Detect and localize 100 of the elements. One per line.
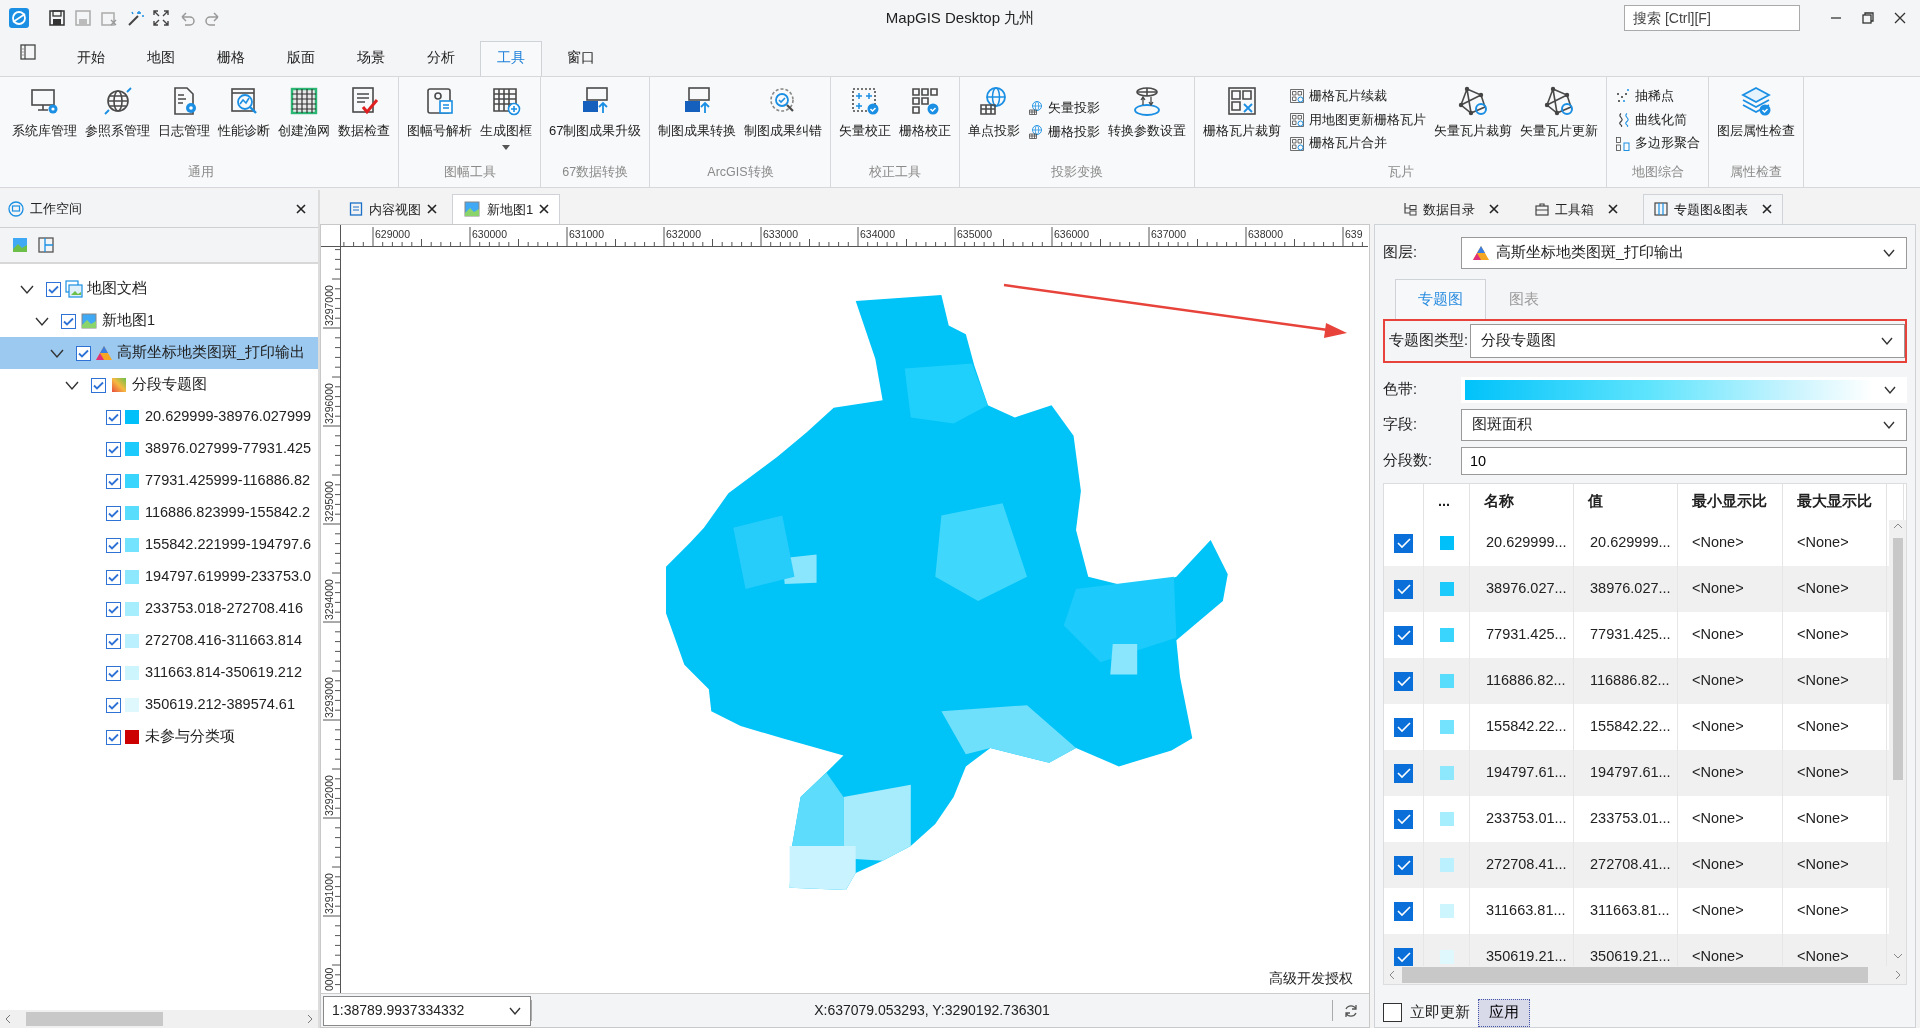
- tree-row[interactable]: 155842.221999-194797.6: [0, 529, 318, 561]
- checkbox[interactable]: [106, 697, 121, 713]
- tree-row[interactable]: 分段专题图: [0, 369, 318, 401]
- checkbox[interactable]: [91, 377, 106, 393]
- tree-row[interactable]: 350619.212-389574.61: [0, 689, 318, 721]
- ribbon-button[interactable]: 栅格瓦片裁剪: [1199, 77, 1286, 163]
- expand-icon[interactable]: [152, 9, 170, 27]
- menu-tab[interactable]: 开始: [60, 40, 122, 76]
- redo-icon[interactable]: [204, 9, 222, 27]
- apply-button[interactable]: 应用: [1478, 999, 1530, 1027]
- ribbon-button[interactable]: 矢量瓦片裁剪: [1430, 77, 1517, 163]
- horizontal-scrollbar[interactable]: [1384, 966, 1906, 984]
- tree-row[interactable]: 233753.018-272708.416: [0, 593, 318, 625]
- checkbox[interactable]: [46, 281, 61, 297]
- ribbon-button[interactable]: 用地图更新栅格瓦片: [1289, 110, 1427, 130]
- ribbon-button[interactable]: 67制图成果升级: [545, 77, 646, 163]
- ribbon-button[interactable]: 制图成果转换: [654, 77, 741, 163]
- checkbox[interactable]: [1394, 671, 1413, 691]
- ribbon-button[interactable]: 日志管理: [154, 77, 214, 163]
- close-icon[interactable]: [1894, 12, 1906, 24]
- tree-row[interactable]: 高斯坐标地类图斑_打印输出: [0, 337, 318, 369]
- checkbox[interactable]: [1394, 717, 1413, 737]
- tree-row[interactable]: 地图文档: [0, 273, 318, 305]
- panel-tab[interactable]: 工具箱: [1524, 193, 1629, 224]
- menu-tab[interactable]: 版面: [270, 40, 332, 76]
- vertical-scrollbar[interactable]: [1889, 520, 1906, 966]
- checkbox[interactable]: [106, 537, 121, 553]
- checkbox[interactable]: [1394, 901, 1413, 921]
- scale-dropdown[interactable]: 1:38789.9937334332: [323, 995, 531, 1026]
- layer-dropdown[interactable]: 高斯坐标地类图斑_打印输出: [1461, 237, 1907, 269]
- checkbox[interactable]: [106, 409, 121, 425]
- document-tab[interactable]: 内容视图: [338, 193, 448, 224]
- save-icon[interactable]: [48, 9, 66, 27]
- checkbox[interactable]: [1394, 533, 1413, 553]
- ribbon-button[interactable]: 创建渔网: [274, 77, 334, 163]
- ribbon-button[interactable]: 抽稀点: [1615, 86, 1701, 106]
- type-dropdown[interactable]: 分段专题图: [1470, 324, 1905, 358]
- ribbon-button[interactable]: 生成图框: [476, 77, 536, 163]
- tree-row[interactable]: 77931.425999-116886.82: [0, 465, 318, 497]
- close-icon[interactable]: [1489, 204, 1499, 215]
- checkbox[interactable]: [106, 665, 121, 681]
- sidebar-icon[interactable]: [20, 44, 36, 60]
- checkbox[interactable]: [76, 345, 91, 361]
- ribbon-button[interactable]: 曲线化简: [1615, 110, 1701, 130]
- close-icon[interactable]: [427, 204, 437, 215]
- close-icon[interactable]: [539, 204, 550, 215]
- close-icon[interactable]: [1608, 204, 1618, 215]
- menu-tab[interactable]: 分析: [410, 40, 472, 76]
- tree-row[interactable]: 311663.814-350619.212: [0, 657, 318, 689]
- tree-row[interactable]: 194797.619999-233753.0: [0, 561, 318, 593]
- menu-tab[interactable]: 地图: [130, 40, 192, 76]
- checkbox[interactable]: [1394, 625, 1413, 645]
- ribbon-button[interactable]: 图层属性检查: [1713, 77, 1800, 163]
- checkbox[interactable]: [1394, 579, 1413, 599]
- checkbox[interactable]: [1394, 855, 1413, 875]
- field-dropdown[interactable]: 图斑面积: [1461, 409, 1907, 441]
- ribbon-button[interactable]: 数据检查: [334, 77, 394, 163]
- ribbon-button[interactable]: 栅格瓦片续裁: [1289, 86, 1427, 106]
- checkbox[interactable]: [106, 505, 121, 521]
- close-icon[interactable]: [296, 203, 306, 214]
- close-icon[interactable]: [1761, 204, 1772, 215]
- checkbox[interactable]: [1394, 763, 1413, 783]
- ribbon-button[interactable]: 系统库管理: [8, 77, 81, 163]
- color-ramp-dropdown[interactable]: [1461, 377, 1907, 403]
- checkbox[interactable]: [106, 601, 121, 617]
- horizontal-scrollbar[interactable]: [0, 1010, 318, 1028]
- checkbox[interactable]: [106, 441, 121, 457]
- ribbon-button[interactable]: 转换参数设置: [1104, 77, 1191, 163]
- ribbon-button[interactable]: 单点投影: [964, 77, 1025, 163]
- ribbon-button[interactable]: 制图成果纠错: [740, 77, 827, 163]
- search-field[interactable]: 搜索 [Ctrl][F]: [1624, 5, 1800, 31]
- checkbox[interactable]: [1394, 947, 1413, 966]
- tree-row[interactable]: 新地图1: [0, 305, 318, 337]
- panel-tab[interactable]: 专题图&图表: [1643, 193, 1783, 224]
- count-field[interactable]: 10: [1461, 447, 1907, 475]
- wand-icon[interactable]: [126, 9, 144, 27]
- checkbox[interactable]: [61, 313, 76, 329]
- document-tab[interactable]: 新地图1: [452, 193, 561, 224]
- ribbon-button[interactable]: 矢量瓦片更新: [1516, 77, 1603, 163]
- checkbox[interactable]: [106, 569, 121, 585]
- ribbon-button[interactable]: 性能诊断: [214, 77, 274, 163]
- ribbon-button[interactable]: 多边形聚合: [1615, 134, 1701, 154]
- menu-tab[interactable]: 场景: [340, 40, 402, 76]
- refresh-icon[interactable]: [1343, 1002, 1359, 1019]
- ribbon-button[interactable]: 矢量校正: [835, 77, 896, 163]
- checkbox[interactable]: [106, 473, 121, 489]
- maximize-icon[interactable]: [1862, 12, 1874, 24]
- menu-tab[interactable]: 栅格: [200, 40, 262, 76]
- tree-row[interactable]: 未参与分类项: [0, 721, 318, 753]
- tree-row[interactable]: 116886.823999-155842.2: [0, 497, 318, 529]
- tree-row[interactable]: 20.629999-38976.027999: [0, 401, 318, 433]
- tree-row[interactable]: 38976.027999-77931.425: [0, 433, 318, 465]
- checkbox[interactable]: [106, 633, 121, 649]
- panel-tab[interactable]: 数据目录: [1392, 193, 1510, 224]
- ribbon-button[interactable]: 参照系管理: [81, 77, 154, 163]
- undo-icon[interactable]: [178, 9, 196, 27]
- layout-icon[interactable]: [38, 237, 54, 253]
- ribbon-button[interactable]: 栅格瓦片合并: [1289, 134, 1427, 154]
- ribbon-button[interactable]: 矢量投影: [1028, 98, 1101, 118]
- checkbox[interactable]: [1383, 1003, 1402, 1023]
